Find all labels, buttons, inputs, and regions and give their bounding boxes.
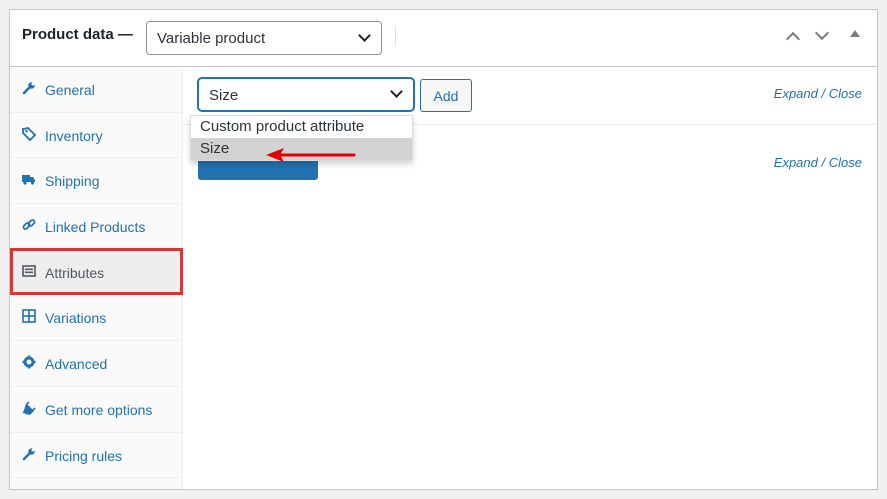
tab-get-more-options[interactable]: Get more options [10,387,182,433]
product-type-select[interactable]: Variable product [146,21,382,55]
link-icon [22,218,36,232]
chevron-down-icon [390,85,403,98]
tab-shipping[interactable]: Shipping [10,158,182,205]
tab-variations[interactable]: Variations [10,295,182,342]
header-divider [395,27,396,45]
expand-link[interactable]: Expand [774,86,818,101]
tab-label: Variations [45,310,107,327]
tab-advanced[interactable]: Advanced [10,341,182,387]
wrench-icon [22,447,36,461]
tab-label: Advanced [45,356,108,373]
dropdown-option-custom[interactable]: Custom product attribute [191,116,412,138]
wrench-icon [22,81,36,95]
tab-linked-products[interactable]: Linked Products [10,204,182,250]
truck-icon [22,172,36,186]
tab-label: Inventory [45,127,103,144]
tab-label: General [45,82,95,98]
close-link[interactable]: Close [829,155,862,170]
product-type-value: Variable product [157,30,266,47]
link-separator: / [821,86,826,101]
attribute-select[interactable]: Size [198,78,414,111]
tag-icon [22,126,37,141]
tab-label: Linked Products [45,219,146,236]
move-down-button[interactable] [811,25,833,48]
toggle-panel-icon[interactable] [850,30,860,37]
grid-icon [22,309,36,324]
red-arrow-annotation [266,148,356,162]
table-icon [22,264,36,278]
tab-label: Shipping [45,173,100,190]
add-attribute-button[interactable]: Add [420,79,472,112]
product-data-panel: Product data — Variable product General … [9,9,878,490]
move-up-button[interactable] [782,26,804,48]
expand-close-links: Expand / Close [774,155,862,170]
gear-icon [22,355,36,369]
product-data-tabs: General Inventory Shipping Linked Produc… [10,67,183,489]
attribute-select-value: Size [209,87,239,104]
tab-general[interactable]: General [10,67,182,113]
expand-close-links: Expand / Close [774,86,862,101]
plug-icon [22,401,36,415]
chevron-down-icon [814,25,830,41]
close-link[interactable]: Close [829,86,862,101]
expand-link[interactable]: Expand [774,155,818,170]
tab-label: Get more options [45,401,153,418]
panel-title: Product data — [22,26,133,43]
tab-inventory[interactable]: Inventory [10,113,182,159]
chevron-down-icon [358,29,371,42]
panel-header: Product data — Variable product [10,10,877,67]
tab-pricing-rules[interactable]: Pricing rules [10,433,182,479]
chevron-up-icon [785,31,801,47]
link-separator: / [821,155,826,170]
tab-label: Attributes [45,264,105,281]
tab-label: Pricing rules [45,447,123,464]
tab-attributes[interactable]: Attributes [10,249,182,296]
